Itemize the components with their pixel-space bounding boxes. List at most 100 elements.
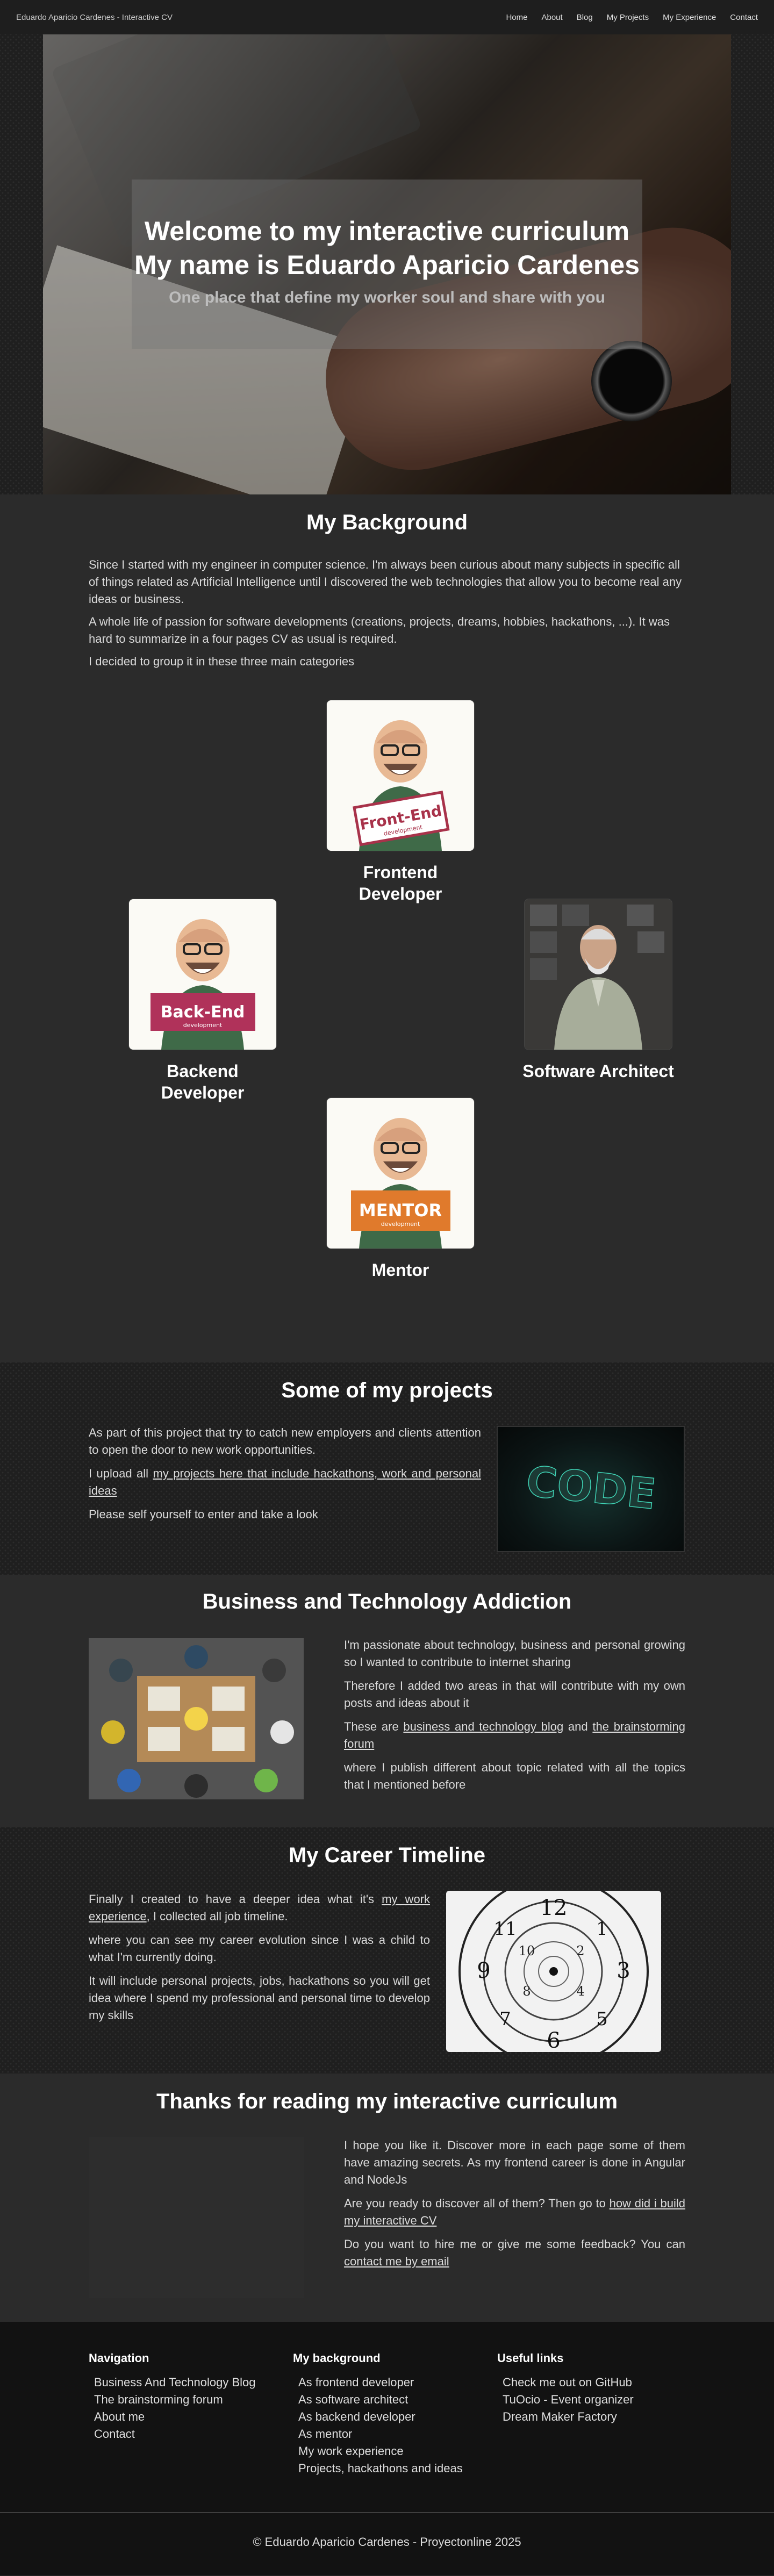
svg-text:7: 7 <box>499 2008 511 2030</box>
timeline-paragraph-1: Finally I created to have a deeper idea … <box>89 1891 430 1925</box>
contact-email-link[interactable]: contact me by email <box>344 2255 449 2268</box>
footer-link-mentor[interactable]: As mentor <box>293 2426 486 2443</box>
projects-paragraph-2: I upload all my projects here that inclu… <box>89 1465 481 1499</box>
backend-label[interactable]: Backend Developer <box>122 1060 283 1103</box>
svg-text:9: 9 <box>477 1958 490 1983</box>
navbar: Eduardo Aparicio Cardenes - Interactive … <box>0 0 774 34</box>
backend-label-line1: Backend <box>167 1061 239 1081</box>
nav-links: Home About Blog My Projects My Experienc… <box>492 13 758 22</box>
background-paragraph-1: Since I started with my engineer in comp… <box>89 558 682 606</box>
backend-avatar: Back-End development <box>150 919 255 1050</box>
footer-useful-links: Useful links Check me out on GitHub TuOc… <box>497 2351 691 2426</box>
footer-link-forum[interactable]: The brainstorming forum <box>89 2391 282 2408</box>
hero-overlay: Welcome to my interactive curriculum My … <box>132 180 642 349</box>
timeline-clock-image: 12 3 6 9 5 7 1 11 2 4 8 10 <box>446 1891 661 2052</box>
footer-link-experience[interactable]: My work experience <box>293 2443 486 2460</box>
architect-card[interactable] <box>525 899 672 1050</box>
mentor-badge-sub: development <box>381 1221 420 1228</box>
business-section: Business and Technology Addiction I'm pa… <box>0 1575 774 1827</box>
business-p3-text-1: These are <box>344 1720 404 1733</box>
site-brand[interactable]: Eduardo Aparicio Cardenes - Interactive … <box>16 13 173 22</box>
backend-card[interactable]: Back-End development <box>129 899 276 1050</box>
svg-text:3: 3 <box>617 1958 630 1983</box>
footer: Navigation Business And Technology Blog … <box>0 2322 774 2575</box>
background-paragraph-3: I decided to group it in these three mai… <box>89 655 355 668</box>
business-paragraph-3: These are business and technology blog a… <box>344 1718 685 1753</box>
background-title: My Background <box>306 511 468 534</box>
backend-badge-sub: development <box>183 1022 223 1029</box>
svg-text:5: 5 <box>596 2008 608 2030</box>
hero-subtitle: One place that define my worker soul and… <box>169 289 605 306</box>
projects-title: Some of my projects <box>281 1379 493 1402</box>
footer-link-tuocio[interactable]: TuOcio - Event organizer <box>497 2391 691 2408</box>
frontend-label-line2: Developer <box>359 884 442 903</box>
footer-background: My background As frontend developer As s… <box>293 2351 486 2477</box>
nav-link-about[interactable]: About <box>541 13 562 22</box>
mentor-avatar: MENTOR development <box>351 1118 450 1248</box>
thanks-p2-text: Are you ready to discover all of them? T… <box>344 2197 610 2210</box>
thanks-paragraph-2: Are you ready to discover all of them? T… <box>344 2195 685 2229</box>
mentor-label[interactable]: Mentor <box>320 1259 481 1281</box>
background-paragraph-2: A whole life of passion for software dev… <box>89 615 670 645</box>
footer-link-contact[interactable]: Contact <box>89 2426 282 2443</box>
backend-label-line2: Developer <box>161 1083 245 1102</box>
timeline-p1-text-1: Finally I created to have a deeper idea … <box>89 1892 382 1906</box>
footer-copyright: © Eduardo Aparicio Cardenes - Proyectonl… <box>253 2535 521 2549</box>
backend-badge-text: Back-End <box>161 1003 245 1022</box>
footer-useful-links-title: Useful links <box>497 2351 564 2365</box>
footer-link-backend[interactable]: As backend developer <box>293 2408 486 2426</box>
timeline-title: My Career Timeline <box>288 1843 486 1867</box>
architect-label[interactable]: Software Architect <box>507 1060 690 1082</box>
projects-paragraph-3: Please self yourself to enter and take a… <box>89 1508 318 1521</box>
projects-image-text: CODE <box>524 1458 658 1519</box>
hero-section: Welcome to my interactive curriculum My … <box>0 34 774 494</box>
business-p3-text-2: and <box>563 1720 593 1733</box>
thanks-section: Thanks for reading my interactive curric… <box>0 2073 774 2322</box>
frontend-card[interactable]: Front-End development <box>327 700 474 851</box>
thanks-paragraph-3: Do you want to hire me or give me some f… <box>344 2236 685 2270</box>
footer-background-title: My background <box>293 2351 381 2365</box>
thanks-image-placeholder <box>89 2137 304 2298</box>
nav-link-blog[interactable]: Blog <box>577 13 593 22</box>
projects-section: Some of my projects As part of this proj… <box>0 1362 774 1575</box>
footer-link-blog[interactable]: Business And Technology Blog <box>89 2374 282 2391</box>
business-paragraph-2: Therefore I added two areas in that will… <box>344 1679 685 1710</box>
blog-link[interactable]: business and technology blog <box>403 1720 563 1733</box>
svg-text:1: 1 <box>596 1918 608 1940</box>
svg-text:6: 6 <box>547 2028 560 2052</box>
nav-link-experience[interactable]: My Experience <box>663 13 716 22</box>
svg-text:8: 8 <box>522 1984 531 1999</box>
footer-link-architect[interactable]: As software architect <box>293 2391 486 2408</box>
background-section: My Background Since I started with my en… <box>0 494 774 1362</box>
timeline-section: My Career Timeline Finally I created to … <box>0 1827 774 2073</box>
svg-text:11: 11 <box>493 1918 517 1940</box>
svg-text:10: 10 <box>519 1943 535 1958</box>
footer-link-projects[interactable]: Projects, hackathons and ideas <box>293 2460 486 2477</box>
nav-link-contact[interactable]: Contact <box>730 13 758 22</box>
mentor-card[interactable]: MENTOR development <box>327 1098 474 1248</box>
thanks-title: Thanks for reading my interactive curric… <box>156 2090 618 2113</box>
frontend-label-line1: Frontend <box>363 863 438 882</box>
business-paragraph-1: I'm passionate about technology, busines… <box>344 1638 685 1669</box>
footer-link-frontend[interactable]: As frontend developer <box>293 2374 486 2391</box>
svg-text:12: 12 <box>540 1896 568 1920</box>
business-paragraph-4: where I publish different about topic re… <box>344 1761 685 1791</box>
projects-image: CODE <box>497 1426 685 1552</box>
frontend-label[interactable]: Frontend Developer <box>320 862 481 905</box>
nav-link-home[interactable]: Home <box>506 13 527 22</box>
footer-link-about[interactable]: About me <box>89 2408 282 2426</box>
frontend-avatar: Front-End development <box>353 720 450 851</box>
projects-p2-text: I upload all <box>89 1467 153 1480</box>
timeline-p1-text-2: , I collected all job timeline. <box>146 1910 288 1923</box>
nav-link-projects[interactable]: My Projects <box>607 13 649 22</box>
footer-link-dreammaker[interactable]: Dream Maker Factory <box>497 2408 691 2426</box>
timeline-paragraph-2: where you can see my career evolution si… <box>89 1933 430 1964</box>
svg-text:2: 2 <box>576 1943 584 1958</box>
hero-title-line2: My name is Eduardo Aparicio Cardenes <box>134 250 640 280</box>
thanks-paragraph-1: I hope you like it. Discover more in eac… <box>344 2139 685 2186</box>
timeline-paragraph-3: It will include personal projects, jobs,… <box>89 1974 430 2022</box>
thanks-p3-text: Do you want to hire me or give me some f… <box>344 2237 685 2251</box>
hero-title-line1: Welcome to my interactive curriculum <box>144 216 630 246</box>
footer-navigation: Navigation Business And Technology Blog … <box>89 2351 282 2443</box>
footer-link-github[interactable]: Check me out on GitHub <box>497 2374 691 2391</box>
